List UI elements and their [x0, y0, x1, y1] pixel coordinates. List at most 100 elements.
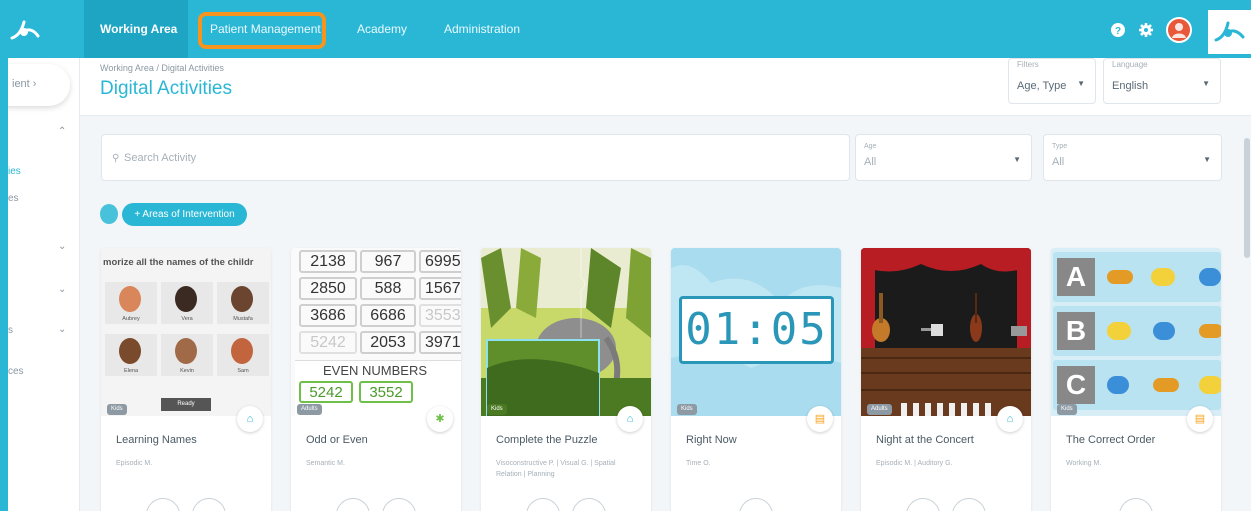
child-photo: Sam: [217, 334, 269, 376]
chevron-up-icon[interactable]: ⌃: [58, 126, 66, 137]
sidebar-item-resources[interactable]: ces: [8, 366, 24, 377]
age-select[interactable]: Age All ▼: [855, 134, 1032, 181]
child-photo: Vera: [161, 282, 213, 324]
age-value: All: [864, 156, 877, 168]
language-dropdown[interactable]: Language English ▼: [1103, 58, 1221, 104]
activity-card-right-now[interactable]: 01:05 Kids ▤ Right Now Time O.: [671, 248, 841, 511]
card-subtitle: Episodic M. | Auditory G.: [876, 460, 953, 467]
sidebar-item-reports[interactable]: s: [8, 325, 13, 336]
age-tag: Kids: [1057, 404, 1077, 415]
age-tag: Adults: [867, 404, 892, 415]
card-subtitle: Visoconstructive P. | Visual G. | Spatia…: [496, 460, 616, 478]
caret-down-icon: ▼: [1203, 155, 1211, 164]
gamepad-icon: ⌂: [617, 406, 643, 432]
search-box[interactable]: ⚲: [101, 134, 850, 181]
card-title: The Correct Order: [1066, 434, 1156, 446]
card-title: Odd or Even: [306, 434, 368, 446]
card-subtitle: Time O.: [686, 460, 711, 467]
sidebar-item-games[interactable]: es: [8, 193, 19, 204]
order-row: A: [1053, 252, 1221, 302]
filters-value: Age, Type: [1017, 80, 1067, 92]
puzzle-icon: ✱: [427, 406, 453, 432]
card-action-button[interactable]: [192, 498, 226, 511]
type-select[interactable]: Type All ▼: [1043, 134, 1222, 181]
brand-logo-box[interactable]: [1208, 10, 1251, 54]
user-avatar[interactable]: [1166, 17, 1192, 43]
breadcrumb[interactable]: Working Area / Digital Activities: [100, 63, 224, 73]
activity-card-night-at-the-concert[interactable]: Adults ⌂ Night at the Concert Episodic M…: [861, 248, 1031, 511]
concert-stage-image: [861, 248, 1031, 416]
card-thumbnail: [861, 248, 1031, 416]
help-circle-icon[interactable]: ?: [1110, 22, 1126, 38]
age-label: Age: [864, 143, 877, 150]
card-title: Learning Names: [116, 434, 197, 446]
ready-button-preview: Ready: [161, 398, 211, 411]
card-action-button[interactable]: [526, 498, 560, 511]
chevron-down-icon[interactable]: ⌄: [58, 241, 66, 252]
card-subtitle: Working M.: [1066, 460, 1102, 467]
age-tag: Kids: [677, 404, 697, 415]
sidebar-item-activities[interactable]: ies: [8, 166, 21, 177]
card-thumbnail: 2138 967 6995 2850 588 1567 3686 6686 35…: [291, 248, 461, 416]
user-icon: [1172, 23, 1186, 38]
thumb-header-text: morize all the names of the childr: [103, 257, 254, 268]
search-panel: ⚲ Age All ▼ Type All ▼ + Areas of Interv…: [80, 116, 1251, 246]
card-action-button[interactable]: [952, 498, 986, 511]
card-title: Night at the Concert: [876, 434, 974, 446]
gamepad-icon: ⌂: [237, 406, 263, 432]
calendar-icon: ▤: [1187, 406, 1213, 432]
brain-icon: [100, 204, 118, 224]
chevron-down-icon[interactable]: ⌄: [58, 284, 66, 295]
areas-of-intervention-button[interactable]: + Areas of Intervention: [122, 203, 247, 226]
child-photo: Kevin: [161, 334, 213, 376]
caret-down-icon: ▼: [1202, 79, 1210, 88]
card-action-button[interactable]: [382, 498, 416, 511]
jungle-puzzle-image: [481, 248, 651, 416]
page-title: Digital Activities: [100, 78, 232, 99]
patient-management-highlight: [198, 12, 326, 49]
calendar-icon: ▤: [807, 406, 833, 432]
page-header: Working Area / Digital Activities Digita…: [80, 58, 1251, 116]
caret-down-icon: ▼: [1013, 155, 1021, 164]
card-action-button[interactable]: [336, 498, 370, 511]
order-row: B: [1053, 306, 1221, 356]
activity-card-the-correct-order[interactable]: A B C Kids ▤ The Correct Order Working M…: [1051, 248, 1221, 511]
nav-academy[interactable]: Academy: [357, 22, 407, 36]
select-patient-label: ient ›: [12, 78, 37, 90]
clock-time: 01:05: [685, 304, 828, 355]
gear-icon[interactable]: [1138, 22, 1154, 38]
card-thumbnail: 01:05: [671, 248, 841, 416]
card-action-button[interactable]: [906, 498, 940, 511]
nav-working-area[interactable]: Working Area: [100, 22, 177, 36]
chevron-down-icon[interactable]: ⌄: [58, 324, 66, 335]
card-action-button[interactable]: [572, 498, 606, 511]
card-action-button[interactable]: [739, 498, 773, 511]
activity-card-complete-the-puzzle[interactable]: Kids ⌂ Complete the Puzzle Visoconstruct…: [481, 248, 651, 511]
brand-logo-icon: [1214, 21, 1245, 42]
card-action-button[interactable]: [146, 498, 180, 511]
nav-administration[interactable]: Administration: [444, 22, 520, 36]
card-title: Right Now: [686, 434, 737, 446]
digital-clock: 01:05: [679, 296, 834, 364]
age-tag: Adults: [297, 404, 322, 415]
scrollbar[interactable]: [1244, 138, 1250, 258]
content-area: ient › ⌃ ies es ⌄ ⌄ s ⌄ ces Working Area…: [8, 58, 1251, 511]
child-photo: Mustafa: [217, 282, 269, 324]
age-tag: Kids: [107, 404, 127, 415]
card-action-button[interactable]: [1119, 498, 1153, 511]
top-nav-bar: Working Area Patient Management Academy …: [0, 0, 1251, 58]
card-subtitle: Episodic M.: [116, 460, 153, 467]
age-tag: Kids: [487, 404, 507, 415]
search-input[interactable]: [124, 149, 524, 167]
app-logo-icon[interactable]: [8, 18, 42, 44]
main-panel: Working Area / Digital Activities Digita…: [80, 58, 1251, 511]
search-icon: ⚲: [112, 153, 120, 164]
filters-dropdown[interactable]: Filters Age, Type ▼: [1008, 58, 1096, 104]
filters-label: Filters: [1017, 60, 1039, 69]
select-patient-button[interactable]: ient ›: [8, 64, 70, 106]
child-photo: Elena: [105, 334, 157, 376]
activity-card-odd-or-even[interactable]: 2138 967 6995 2850 588 1567 3686 6686 35…: [291, 248, 461, 511]
language-value: English: [1112, 80, 1149, 92]
card-thumbnail: A B C: [1051, 248, 1221, 416]
activity-card-learning-names[interactable]: morize all the names of the childr Aubre…: [101, 248, 271, 511]
